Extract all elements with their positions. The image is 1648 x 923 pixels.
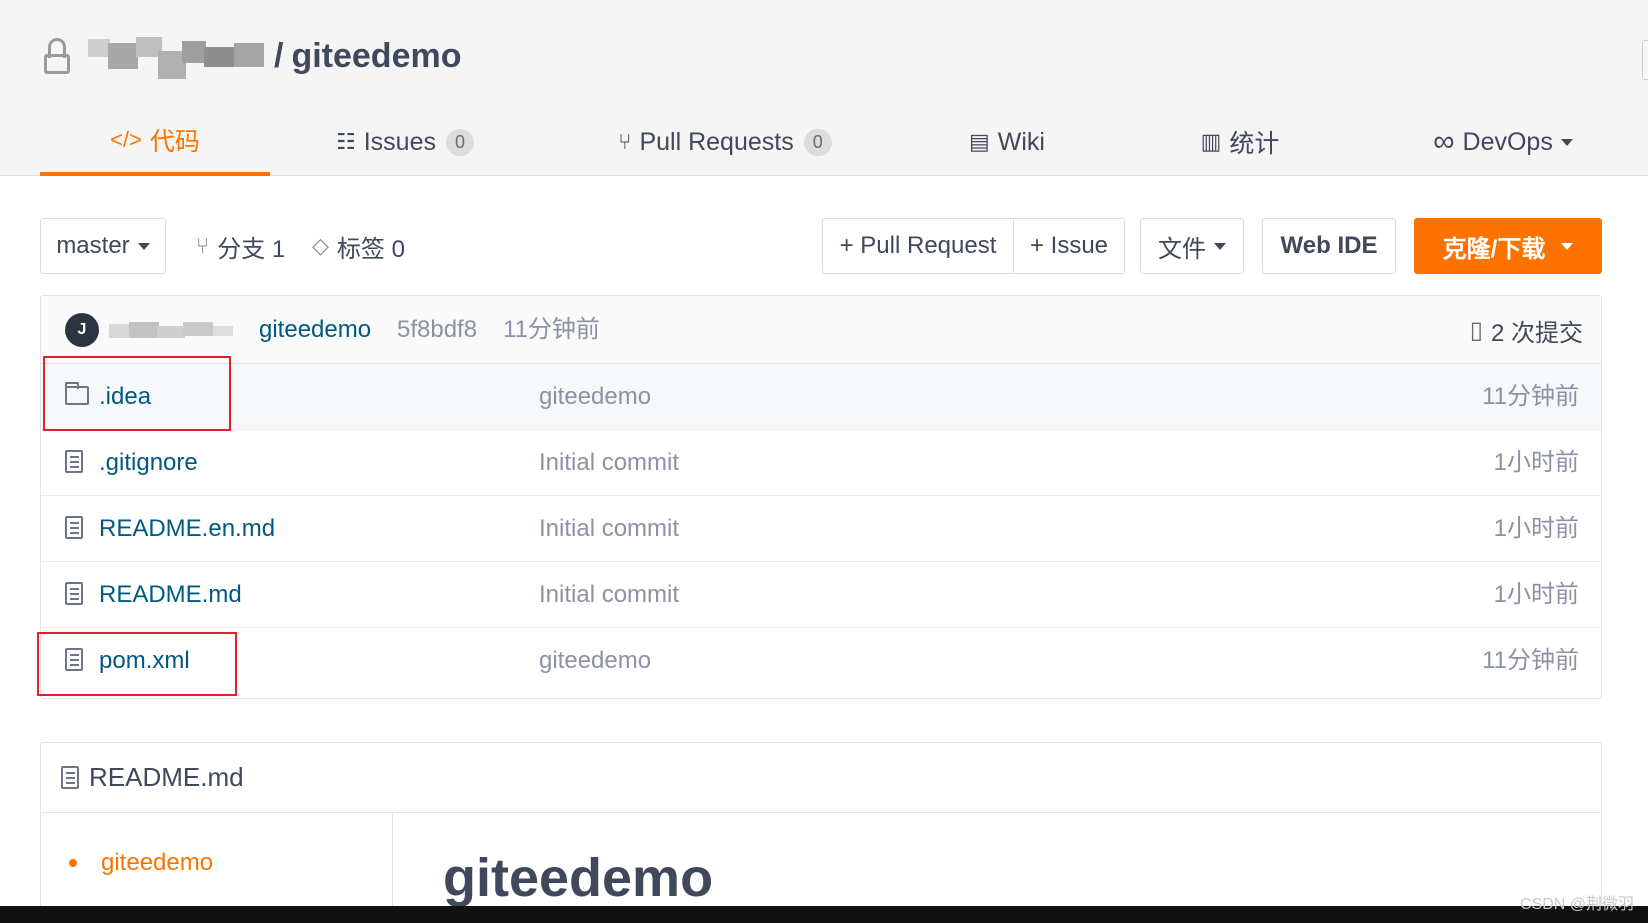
- avatar[interactable]: J: [65, 313, 99, 347]
- file-commit-link[interactable]: Initial commit: [539, 430, 679, 496]
- branches-label: 分支 1: [217, 235, 286, 263]
- tab-devops[interactable]: ∞ DevOps: [1418, 108, 1588, 176]
- file-time: 11分钟前: [1482, 383, 1579, 410]
- file-row-gitignore[interactable]: .gitignore Initial commit 1小时前: [41, 430, 1601, 496]
- highlight-box-idea: [43, 356, 231, 431]
- pull-request-icon: ⑂: [618, 129, 632, 154]
- author-name-pixelated[interactable]: [109, 320, 237, 340]
- tags-label: 标签 0: [336, 235, 405, 263]
- commit-time: 11分钟前: [503, 316, 600, 343]
- wiki-icon: ▤: [968, 129, 990, 154]
- tab-wiki[interactable]: ▤ Wiki: [952, 108, 1062, 176]
- new-issue-button[interactable]: + Issue: [1013, 218, 1125, 274]
- tab-wiki-label: Wiki: [997, 127, 1045, 156]
- repo-toolbar: master ⑂ 分支 1 ◇ 标签 0 + Pull Request + Is…: [40, 218, 1602, 274]
- issues-icon: ☷: [335, 129, 356, 154]
- scroll-edge: [1642, 40, 1648, 80]
- bottom-bar: [0, 906, 1648, 923]
- file-icon: [61, 766, 79, 789]
- owner-name-pixelated[interactable]: [78, 33, 268, 79]
- code-icon: </>: [110, 127, 142, 152]
- file-row-readme-en[interactable]: README.en.md Initial commit 1小时前: [41, 496, 1601, 562]
- watermark: CSDN @荆微羽: [1519, 896, 1634, 913]
- file-icon: [65, 582, 85, 606]
- file-time: 1小时前: [1493, 515, 1579, 542]
- file-row-pom[interactable]: pom.xml giteedemo 11分钟前: [41, 628, 1601, 694]
- branch-select-label: master: [56, 232, 130, 259]
- chevron-down-icon: [137, 242, 150, 250]
- web-ide-label: Web IDE: [1280, 232, 1378, 259]
- commits-icon: ▯: [1469, 316, 1483, 344]
- web-ide-button[interactable]: Web IDE: [1262, 218, 1396, 274]
- file-time: 1小时前: [1493, 581, 1579, 608]
- lock-icon: [42, 36, 72, 76]
- file-name-link[interactable]: .gitignore: [99, 430, 198, 496]
- infinity-icon: ∞: [1433, 125, 1455, 158]
- new-pull-request-button[interactable]: + Pull Request: [822, 218, 1014, 274]
- repo-tabs: </> 代码 ☷ Issues 0 ⑂ Pull Requests 0 ▤ Wi…: [40, 108, 1600, 176]
- file-time: 1小时前: [1493, 449, 1579, 476]
- tab-issues[interactable]: ☷ Issues 0: [330, 108, 480, 176]
- toc-item[interactable]: giteedemo: [69, 849, 213, 877]
- tab-stats[interactable]: ▥ 统计: [1180, 108, 1300, 176]
- tab-stats-label: 统计: [1229, 130, 1280, 158]
- file-commit-link[interactable]: giteedemo: [539, 628, 651, 694]
- tab-pull-requests-label: Pull Requests: [639, 127, 794, 156]
- tab-code-label: 代码: [149, 128, 200, 156]
- latest-commit-bar: J giteedemo 5f8bdf8 11分钟前 ▯ 2 次提交: [41, 296, 1601, 364]
- bullet-icon: [69, 859, 77, 867]
- clone-download-label: 克隆/下载: [1442, 235, 1546, 263]
- chart-icon: ▥: [1200, 129, 1222, 154]
- new-pull-request-label: + Pull Request: [839, 232, 997, 259]
- readme-title: README.md: [89, 762, 244, 792]
- repo-name-link[interactable]: giteedemo: [291, 37, 461, 76]
- tab-devops-label: DevOps: [1462, 127, 1553, 156]
- tab-pull-requests[interactable]: ⑂ Pull Requests 0: [610, 108, 840, 176]
- file-commit-link[interactable]: Initial commit: [539, 496, 679, 562]
- chevron-down-icon: [1561, 242, 1574, 250]
- file-list: J giteedemo 5f8bdf8 11分钟前 ▯ 2 次提交 .idea …: [40, 295, 1602, 699]
- tag-icon: ◇: [312, 233, 329, 258]
- file-commit-link[interactable]: giteedemo: [539, 364, 651, 430]
- highlight-box-pom: [37, 632, 237, 696]
- chevron-down-icon: [1214, 242, 1226, 250]
- chevron-down-icon: [1560, 138, 1573, 146]
- new-issue-label: + Issue: [1029, 232, 1109, 259]
- tab-issues-label: Issues: [363, 127, 436, 156]
- file-name-link[interactable]: README.en.md: [99, 496, 275, 562]
- file-icon: [65, 450, 85, 474]
- file-menu-label: 文件: [1158, 235, 1206, 263]
- branch-select[interactable]: master: [40, 218, 166, 274]
- tags-link[interactable]: ◇ 标签 0: [312, 218, 405, 274]
- readme-header: README.md: [41, 743, 1601, 813]
- pull-requests-count-badge: 0: [803, 128, 832, 156]
- repo-title: / giteedemo: [42, 30, 462, 82]
- file-icon: [65, 516, 85, 540]
- toc-item-label: giteedemo: [101, 849, 214, 876]
- file-time: 11分钟前: [1482, 647, 1579, 674]
- issues-count-badge: 0: [445, 128, 474, 156]
- readme-heading: giteedemo: [443, 848, 714, 908]
- commit-message-link[interactable]: giteedemo: [259, 296, 371, 364]
- file-name-link[interactable]: README.md: [99, 562, 242, 628]
- branch-icon: ⑂: [196, 233, 210, 258]
- commit-count-label: 2 次提交: [1490, 319, 1583, 347]
- repo-separator: /: [274, 36, 284, 75]
- repo-header: / giteedemo </> 代码 ☷ Issues 0 ⑂ Pull Req…: [0, 0, 1648, 176]
- tab-code[interactable]: </> 代码: [40, 108, 270, 176]
- file-commit-link[interactable]: Initial commit: [539, 562, 679, 628]
- file-menu-button[interactable]: 文件: [1140, 218, 1244, 274]
- branches-link[interactable]: ⑂ 分支 1: [196, 218, 285, 274]
- readme-panel: README.md giteedemo giteedemo: [40, 742, 1602, 923]
- file-row-idea[interactable]: .idea giteedemo 11分钟前: [41, 364, 1601, 430]
- clone-download-button[interactable]: 克隆/下载: [1414, 218, 1602, 274]
- file-row-readme[interactable]: README.md Initial commit 1小时前: [41, 562, 1601, 628]
- commit-hash-link[interactable]: 5f8bdf8: [397, 296, 477, 364]
- commit-count-link[interactable]: ▯ 2 次提交: [1470, 296, 1583, 364]
